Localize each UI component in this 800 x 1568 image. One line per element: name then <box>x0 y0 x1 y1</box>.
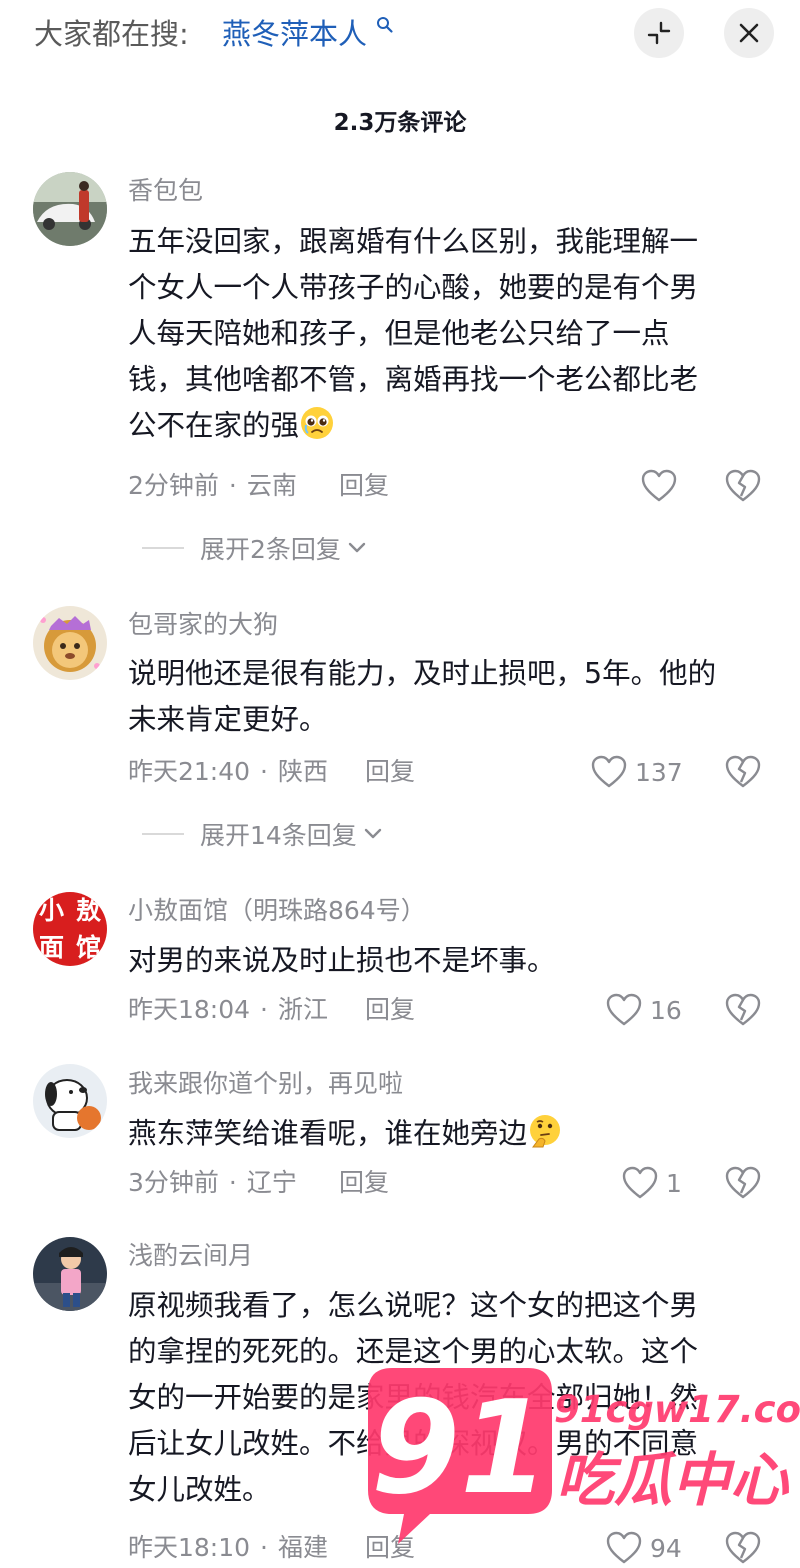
comment-time: 昨天18:10 <box>128 1533 251 1562</box>
reply-button[interactable]: 回复 <box>365 756 415 788</box>
avatar[interactable]: 小 敖 面 馆 <box>33 892 107 966</box>
comment-content: 五年没回家，跟离婚有什么区别，我能理解一 个女人一个人带孩子的心酸，她要的是有个… <box>128 219 768 449</box>
dislike-button[interactable] <box>722 466 764 506</box>
like-count: 1 <box>666 1168 682 1198</box>
close-button[interactable] <box>724 8 774 58</box>
reply-button[interactable]: 回复 <box>339 1167 389 1199</box>
comments-count-title: 2.3万条评论 <box>333 110 467 136</box>
like-button[interactable]: 1 <box>622 1163 682 1203</box>
comment-time: 2分钟前 <box>128 471 219 500</box>
broken-heart-icon <box>725 1166 761 1199</box>
comment-location: 福建 <box>278 1533 329 1562</box>
expand-replies-button[interactable]: 展开14条回复 <box>142 818 383 850</box>
avatar[interactable] <box>33 1064 107 1138</box>
avatar[interactable] <box>33 1237 107 1311</box>
comment-line: 人每天陪她和孩子，但是他老公只给了一点 <box>128 317 670 350</box>
comment-line: 原视频我看了，怎么说呢？这个女的把这个男 <box>128 1289 699 1322</box>
dislike-button[interactable] <box>722 752 764 792</box>
avatar[interactable] <box>33 606 107 680</box>
comment-line: 五年没回家，跟离婚有什么区别，我能理解一 <box>128 225 699 258</box>
comment-location: 云南 <box>246 471 297 500</box>
heart-icon <box>606 993 642 1026</box>
broken-heart-icon <box>725 1531 761 1564</box>
comment-meta: 昨天21:40 · 陕西 <box>128 757 329 786</box>
reply-button[interactable]: 回复 <box>365 1532 415 1564</box>
comment-location: 浙江 <box>278 995 329 1024</box>
comment-meta: 2分钟前 · 云南 <box>128 471 297 500</box>
heart-icon <box>591 755 627 788</box>
like-count: 137 <box>635 757 683 787</box>
broken-heart-icon <box>725 993 761 1026</box>
dislike-button[interactable] <box>722 1528 764 1568</box>
comment-meta: 3分钟前 · 辽宁 <box>128 1168 297 1197</box>
comment-line: 女儿改姓。 <box>128 1473 271 1506</box>
avatar-text: 馆 <box>75 933 101 962</box>
comment-line: 未来肯定更好。 <box>128 703 328 736</box>
comment-line: 个女人一个人带孩子的心酸，她要的是有个男 <box>128 271 699 304</box>
comment-location: 陕西 <box>278 757 329 786</box>
comment-location: 辽宁 <box>246 1168 297 1197</box>
comment-line: 钱，其他啥都不管，离婚再找一个老公都比老 <box>128 363 699 396</box>
comment-time: 3分钟前 <box>128 1168 219 1197</box>
divider <box>142 547 184 549</box>
search-suggestion-bar: 大家都在搜: 燕冬萍本人 <box>0 0 800 70</box>
comment-line: 公不在家的强 <box>128 409 300 442</box>
comment-meta: 昨天18:04 · 浙江 <box>128 995 329 1024</box>
comment-line: 燕东萍笑给谁看呢，谁在她旁边 <box>128 1117 528 1150</box>
broken-heart-icon <box>725 469 761 502</box>
comment-content: 原视频我看了，怎么说呢？这个女的把这个男 的拿捏的死死的。还是这个男的心太软。这… <box>128 1283 768 1513</box>
comment-content: 对男的来说及时止损也不是坏事。 <box>128 938 768 984</box>
close-icon <box>739 23 759 43</box>
comment-content: 说明他还是很有能力，及时止损吧，5年。他的 未来肯定更好。 <box>128 651 768 743</box>
comment-meta: 昨天18:10 · 福建 <box>128 1533 329 1562</box>
comment-line: 说明他还是很有能力，及时止损吧，5年。他的 <box>128 657 717 690</box>
comment-username[interactable]: 小敖面馆（明珠路864号） <box>128 895 426 927</box>
avatar[interactable] <box>33 172 107 246</box>
search-prefix-label: 大家都在搜: <box>34 17 189 51</box>
collapse-icon <box>647 21 671 45</box>
pleading-face-emoji-icon <box>301 407 334 439</box>
reply-button[interactable]: 回复 <box>365 994 415 1026</box>
like-count: 16 <box>650 995 682 1025</box>
comment-line: 的拿捏的死死的。还是这个男的心太软。这个 <box>128 1335 699 1368</box>
like-button[interactable] <box>641 466 677 506</box>
thinking-face-emoji-icon <box>530 1115 561 1148</box>
dislike-button[interactable] <box>722 990 764 1030</box>
avatar-text: 小 <box>38 896 64 925</box>
collapse-button[interactable] <box>634 8 684 58</box>
comment-line: 女的一开始要的是家里的钱汽车全部归她！然 <box>128 1381 699 1414</box>
comment-content: 燕东萍笑给谁看呢，谁在她旁边 <box>128 1111 768 1157</box>
heart-icon <box>641 469 677 502</box>
chevron-down-icon <box>364 828 382 839</box>
comment-time: 昨天18:04 <box>128 995 251 1024</box>
search-icon[interactable] <box>376 16 394 34</box>
comment-username[interactable]: 包哥家的大狗 <box>128 609 278 641</box>
comment-username[interactable]: 香包包 <box>128 175 203 207</box>
like-button[interactable]: 137 <box>591 752 683 792</box>
like-count: 94 <box>650 1533 682 1563</box>
search-keyword-link[interactable]: 燕冬萍本人 <box>222 14 367 54</box>
comment-time: 昨天21:40 <box>128 757 251 786</box>
comment-line: 对男的来说及时止损也不是坏事。 <box>128 944 556 977</box>
like-button[interactable]: 16 <box>606 990 682 1030</box>
heart-icon <box>606 1531 642 1564</box>
avatar-text: 敖 <box>75 896 101 925</box>
comment-username[interactable]: 我来跟你道个别，再见啦 <box>128 1068 403 1100</box>
like-button[interactable]: 94 <box>606 1528 682 1568</box>
comment-line: 后让女儿改姓。不给男的探视权。男的不同意 <box>128 1427 699 1460</box>
expand-replies-label: 展开14条回复 <box>200 821 357 850</box>
heart-icon <box>622 1166 658 1199</box>
divider <box>142 833 184 835</box>
dislike-button[interactable] <box>722 1163 764 1203</box>
reply-button[interactable]: 回复 <box>339 470 389 502</box>
chevron-down-icon <box>348 542 366 553</box>
broken-heart-icon <box>725 755 761 788</box>
expand-replies-button[interactable]: 展开2条回复 <box>142 532 367 564</box>
comment-username[interactable]: 浅酌云间月 <box>128 1240 253 1272</box>
avatar-text: 面 <box>38 933 64 962</box>
expand-replies-label: 展开2条回复 <box>200 535 341 564</box>
